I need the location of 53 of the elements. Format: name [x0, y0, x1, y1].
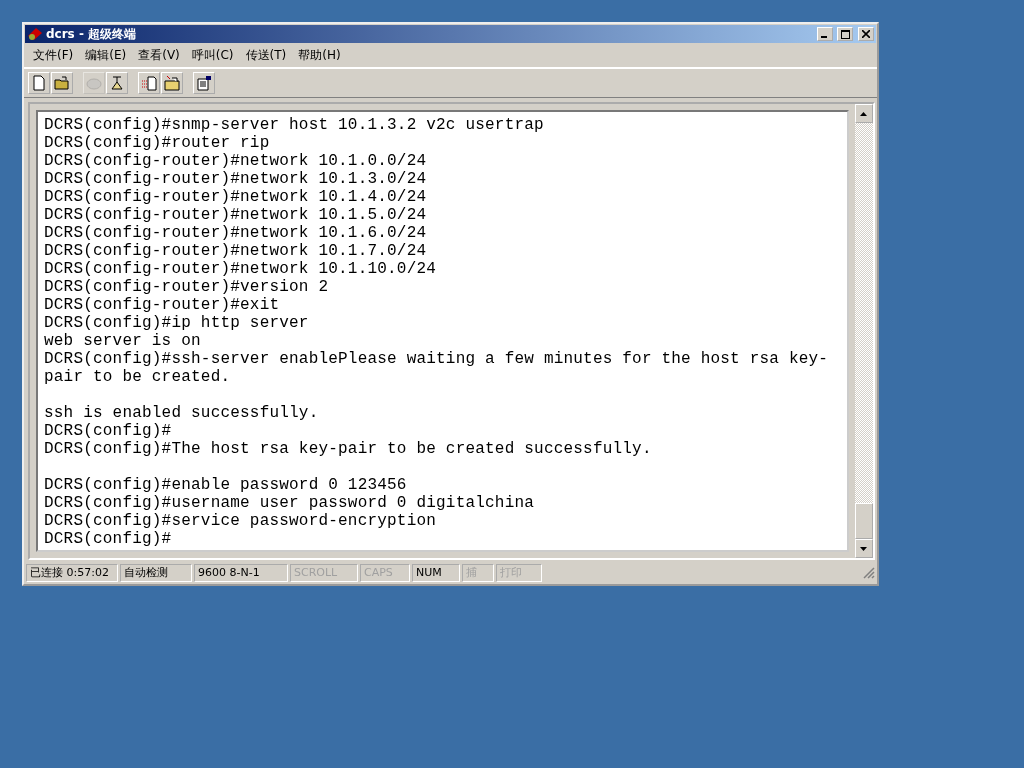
- status-panel: 9600 8-N-1: [194, 564, 288, 582]
- terminal-line: DCRS(config-router)#network 10.1.6.0/24: [44, 224, 428, 242]
- close-icon: [862, 30, 870, 38]
- status-panel: 自动检测: [120, 564, 192, 582]
- terminal-line: pair to be created.: [44, 368, 232, 386]
- maximize-button[interactable]: [837, 27, 853, 41]
- menu-item[interactable]: 呼叫(C): [186, 46, 239, 65]
- terminal-line: DCRS(config)#The host rsa key-pair to be created successfully.: [44, 440, 653, 458]
- up-arrow-icon: [860, 111, 868, 116]
- scroll-thumb[interactable]: [855, 503, 873, 539]
- scroll-down-button[interactable]: [855, 539, 873, 558]
- toolbar-button[interactable]: [193, 72, 215, 94]
- receive-file-icon: [163, 74, 181, 92]
- terminal-line: DCRS(config-router)#exit: [44, 296, 281, 314]
- terminal-line: DCRS(config)#ssh-server enablePlease waiting a few minutes for the host rsa key-: [44, 350, 830, 368]
- minimize-button[interactable]: [817, 27, 833, 41]
- terminal-line: DCRS(config)#ip http server: [44, 314, 310, 332]
- maximize-icon: [840, 29, 850, 39]
- terminal-line: web server is on: [44, 332, 202, 350]
- terminal-line: DCRS(config-router)#network 10.1.5.0/24: [44, 206, 428, 224]
- terminal-line: DCRS(config-router)#version 2: [44, 278, 330, 296]
- window-title: dcrs - 超级终端: [46, 25, 138, 43]
- terminal-line: DCRS(config-router)#network 10.1.0.0/24: [44, 152, 428, 170]
- terminal-line: DCRS(config)#enable password 0 123456: [44, 476, 408, 494]
- terminal-line: DCRS(config)#: [44, 422, 173, 440]
- resize-grip-icon[interactable]: [863, 567, 875, 579]
- terminal-line: DCRS(config-router)#network 10.1.7.0/24: [44, 242, 428, 260]
- toolbar-button[interactable]: [51, 72, 73, 94]
- terminal-line: DCRS(config-router)#network 10.1.3.0/24: [44, 170, 428, 188]
- down-arrow-icon: [860, 546, 868, 551]
- scroll-up-button[interactable]: [855, 104, 873, 123]
- send-file-icon: [140, 74, 158, 92]
- terminal-line: DCRS(config-router)#network 10.1.4.0/24: [44, 188, 428, 206]
- menu-item[interactable]: 帮助(H): [293, 46, 346, 65]
- terminal-line: DCRS(config-router)#network 10.1.10.0/24: [44, 260, 438, 278]
- menu-item[interactable]: 文件(F): [28, 46, 79, 65]
- status-panel: 已连接 0:57:02: [26, 564, 118, 582]
- scrollbar[interactable]: [855, 104, 873, 558]
- terminal-line: DCRS(config)#username user password 0 digitalchina: [44, 494, 536, 512]
- menu-item[interactable]: 传送(T): [240, 46, 292, 65]
- page-icon: [30, 74, 48, 92]
- menu-item[interactable]: 编辑(E): [80, 46, 132, 65]
- folder-icon: [53, 74, 71, 92]
- properties-icon: [195, 74, 213, 92]
- terminal-line: ssh is enabled successfully.: [44, 404, 320, 422]
- close-button[interactable]: [858, 27, 874, 41]
- menu-item[interactable]: 查看(V): [133, 46, 185, 65]
- terminal-line: DCRS(config)#: [44, 530, 173, 548]
- terminal-line: DCRS(config)#service password-encryption: [44, 512, 438, 530]
- terminal-line: DCRS(config)#snmp-server host 10.1.3.2 v2c usertrap: [44, 116, 545, 134]
- app-icon: [27, 27, 43, 41]
- terminal-line: DCRS(config)#router rip: [44, 134, 271, 152]
- status-panel: NUM: [412, 564, 460, 582]
